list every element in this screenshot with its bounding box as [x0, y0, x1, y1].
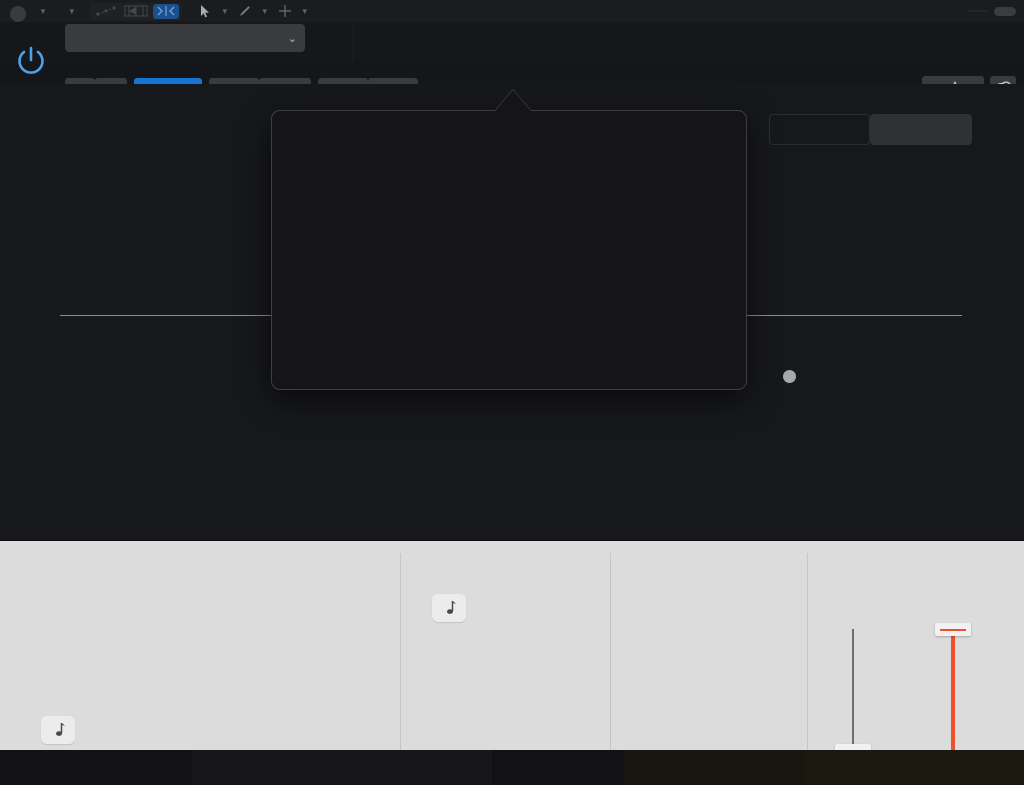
predelay-note-sync-icon[interactable] [41, 716, 75, 744]
panel-divider [400, 553, 401, 761]
zoom-focus-icon[interactable] [152, 3, 179, 19]
snap-value[interactable] [968, 10, 988, 12]
host-bottom-strip [0, 750, 1024, 785]
host-record-orb [10, 6, 26, 22]
host-region [624, 750, 804, 785]
preset-name-field[interactable]: ⌄ [65, 24, 305, 52]
distance-knob[interactable] [662, 625, 738, 706]
power-icon[interactable] [12, 42, 50, 80]
attack-knob[interactable] [52, 625, 128, 706]
host-pointer-tools: ▼ ▼ ▼ [192, 4, 309, 19]
high-band-handle[interactable] [783, 370, 796, 383]
decay-note-sync-icon[interactable] [432, 594, 466, 622]
plugin-header: ⌄ ▲▼ [0, 22, 1024, 98]
decay-knob[interactable] [466, 625, 550, 714]
dry-slider-track[interactable] [852, 629, 854, 751]
density-knob[interactable] [292, 625, 368, 706]
host-toggle-pill[interactable] [994, 6, 1016, 16]
tab-details[interactable] [870, 114, 972, 145]
chevron-down-icon: ▼ [67, 6, 76, 16]
chevron-down-icon[interactable]: ▼ [221, 7, 229, 16]
tab-main[interactable] [769, 114, 870, 145]
chevron-down-icon[interactable]: ▼ [261, 7, 269, 16]
preset-popup [271, 110, 747, 390]
host-tool-group [89, 2, 182, 20]
chevron-down-icon: ▼ [39, 6, 47, 16]
host-snap-controls [962, 0, 1016, 22]
marquee-tool-icon[interactable] [272, 4, 298, 19]
wet-slider-fill [951, 629, 955, 751]
panel-divider [610, 553, 611, 761]
automation-curve-icon[interactable] [93, 4, 119, 19]
size-knob[interactable] [172, 625, 248, 706]
host-menu-view[interactable]: ▼ [55, 7, 84, 16]
host-region [192, 750, 492, 785]
host-region [804, 750, 1024, 785]
panel-divider [807, 553, 808, 761]
pointer-tool-icon[interactable] [192, 4, 218, 19]
host-menubar: ▼ ▼ ▼ ▼ ▼ [0, 0, 1024, 22]
chevron-down-icon: ⌄ [287, 32, 297, 45]
wet-slider-thumb[interactable] [935, 623, 971, 636]
chromaverb-plugin-window: ⌄ ▲▼ [0, 22, 1024, 772]
popup-arrow [495, 90, 531, 111]
flex-time-icon[interactable] [123, 4, 149, 19]
host-menu-automations[interactable]: ▼ [26, 7, 55, 16]
pencil-tool-icon[interactable] [232, 4, 258, 19]
chevron-down-icon[interactable]: ▼ [301, 7, 309, 16]
parameter-panel [0, 540, 1024, 772]
